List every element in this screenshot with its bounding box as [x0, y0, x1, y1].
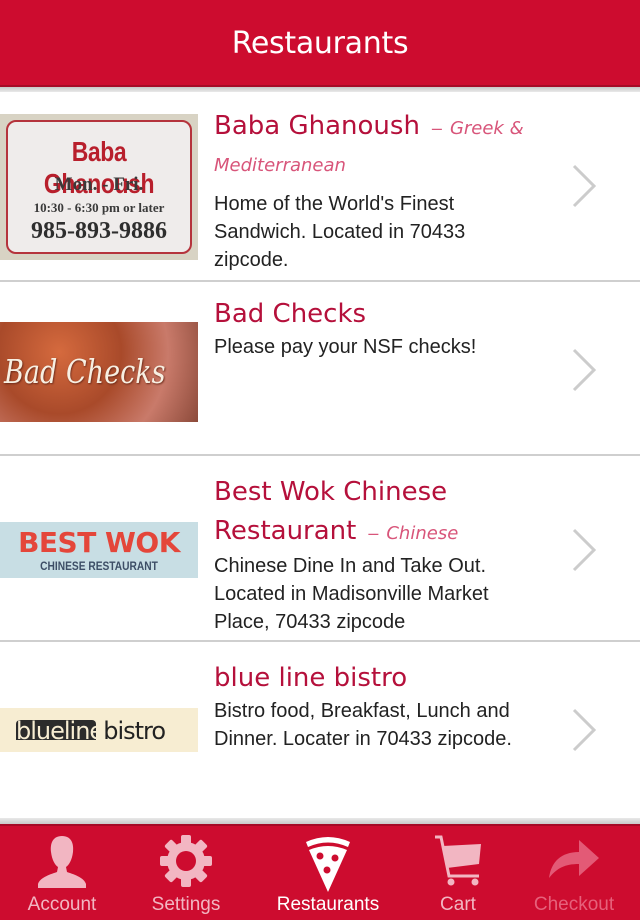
logo-text: Bad Checks	[4, 352, 166, 391]
restaurant-heading: blue line bistro	[214, 660, 544, 697]
restaurant-logo: bluelinebistro	[0, 708, 198, 752]
page-title: Restaurants	[231, 26, 409, 61]
restaurant-info: Baba Ghanoush – Greek & Mediterranean Home…	[214, 108, 544, 274]
logo-text: bluelinebistro	[16, 717, 166, 745]
separator: –	[431, 118, 442, 138]
tab-label: Account	[27, 894, 97, 915]
logo-text: 10:30 - 6:30 pm or later	[33, 200, 165, 215]
restaurant-list: Baba Ghanoush Mon. - Fri. 10:30 - 6:30 p…	[0, 92, 640, 821]
logo-text: BEST WOK	[18, 526, 180, 559]
share-arrow-icon	[549, 840, 599, 878]
separator: –	[368, 523, 379, 543]
restaurant-row-baba-ghanoush[interactable]: Baba Ghanoush Mon. - Fri. 10:30 - 6:30 p…	[0, 92, 640, 282]
restaurant-info: Bad Checks Please pay your NSF checks!	[214, 296, 544, 361]
restaurant-row-bad-checks[interactable]: Bad Checks Bad Checks Please pay your NS…	[0, 282, 640, 456]
restaurant-description: Please pay your NSF checks!	[214, 336, 477, 358]
tab-account[interactable]: Account	[0, 826, 124, 920]
logo-frame: Baba Ghanoush Mon. - Fri. 10:30 - 6:30 p…	[6, 120, 192, 254]
restaurant-info: Best Wok Chinese Restaurant – Chinese Chin…	[214, 474, 544, 636]
restaurant-name: Baba Ghanoush	[214, 111, 420, 141]
cart-icon	[435, 835, 481, 886]
logo-text-part: bistro	[103, 717, 166, 745]
tab-settings[interactable]: Settings	[124, 826, 248, 920]
person-icon	[38, 836, 86, 888]
logo-text: 985-893-9886	[31, 218, 167, 244]
restaurant-name: blue line bistro	[214, 663, 408, 693]
restaurant-logo: Baba Ghanoush Mon. - Fri. 10:30 - 6:30 p…	[0, 114, 198, 260]
tab-cart[interactable]: Cart	[408, 826, 508, 920]
restaurant-logo: Bad Checks	[0, 322, 198, 422]
restaurant-description: Bistro food, Breakfast, Lunch and Dinner…	[214, 700, 512, 750]
restaurant-description: Home of the World's Finest Sandwich. Loc…	[214, 193, 466, 271]
restaurant-heading: Best Wok Chinese Restaurant – Chinese	[214, 474, 544, 552]
restaurant-heading: Baba Ghanoush – Greek & Mediterranean	[214, 108, 544, 184]
chevron-right-icon	[572, 164, 597, 208]
chevron-right-icon	[572, 348, 597, 392]
pizza-slice-icon	[306, 837, 350, 892]
tab-label: Cart	[440, 894, 476, 915]
tab-bar: Account Settings Restaurants Cart Checko…	[0, 824, 640, 920]
restaurant-info: blue line bistro Bistro food, Breakfast,…	[214, 660, 544, 753]
chevron-right-icon	[572, 708, 597, 752]
logo-text: CHINESE RESTAURANT	[40, 559, 158, 573]
restaurant-logo: BEST WOK CHINESE RESTAURANT	[0, 522, 198, 578]
tab-label: Checkout	[533, 894, 615, 915]
tab-checkout[interactable]: Checkout	[508, 826, 640, 920]
tab-label: Settings	[151, 894, 221, 915]
nav-header: Restaurants	[0, 0, 640, 87]
restaurant-description: Chinese Dine In and Take Out. Located in…	[214, 555, 489, 633]
tab-label: Restaurants	[276, 894, 380, 915]
tab-restaurants[interactable]: Restaurants	[248, 826, 408, 920]
restaurant-row-best-wok[interactable]: BEST WOK CHINESE RESTAURANT Best Wok Chi…	[0, 456, 640, 642]
chevron-right-icon	[572, 528, 597, 572]
logo-text-part: blueline	[16, 717, 104, 745]
gear-icon	[160, 835, 212, 887]
restaurant-cuisine: Chinese	[386, 523, 459, 544]
logo-text: Mon. - Fri.	[54, 174, 144, 195]
restaurant-row-blue-line-bistro[interactable]: bluelinebistro blue line bistro Bistro f…	[0, 642, 640, 821]
restaurant-name: Bad Checks	[214, 299, 367, 329]
restaurant-heading: Bad Checks	[214, 296, 544, 333]
